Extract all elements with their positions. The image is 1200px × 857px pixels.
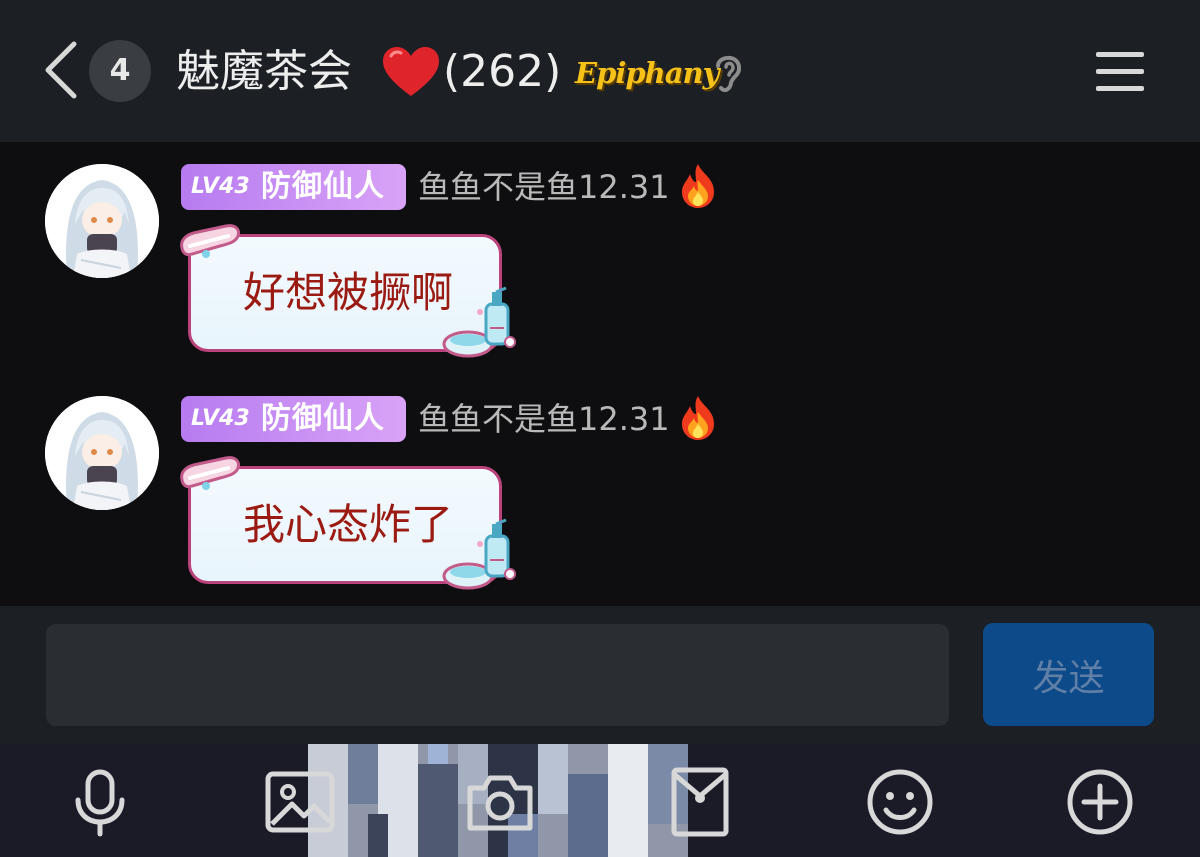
level-badge: LV43 防御仙人	[181, 164, 406, 210]
emoji-icon	[867, 769, 933, 835]
avatar[interactable]	[45, 396, 159, 510]
sender-name[interactable]: 鱼鱼不是鱼12.31	[418, 396, 670, 442]
avatar[interactable]	[45, 164, 159, 278]
brand-badge-label: Epiphany	[575, 56, 720, 90]
back-button[interactable]	[40, 40, 84, 100]
message-item: LV43 防御仙人 鱼鱼不是鱼12.31 我心态炸了	[0, 374, 1200, 606]
sender-name[interactable]: 鱼鱼不是鱼12.31	[418, 164, 670, 210]
camera-icon	[467, 775, 533, 831]
composer-bar: 发送	[0, 606, 1200, 744]
microphone-icon	[75, 769, 125, 837]
menu-icon	[1096, 52, 1144, 91]
chevron-left-icon	[45, 41, 77, 99]
fire-icon	[676, 162, 720, 210]
ear-icon[interactable]	[708, 50, 748, 96]
red-packet-button[interactable]	[664, 766, 736, 838]
message-list[interactable]: LV43 防御仙人 鱼鱼不是鱼12.31 好想被撅啊 LV43 防御仙人 鱼鱼不…	[0, 142, 1200, 606]
plus-icon	[1067, 769, 1133, 835]
level-badge: LV43 防御仙人	[181, 396, 406, 442]
chat-header: 4 魅魔茶会 (262) Epiphany	[0, 0, 1200, 142]
member-count: (262)	[443, 46, 562, 97]
image-icon	[265, 771, 335, 833]
chat-screen: 4 魅魔茶会 (262) Epiphany LV43 防御仙人 鱼鱼不是鱼12.…	[0, 0, 1200, 857]
unread-count-badge: 4	[89, 40, 151, 102]
level-label: LV43	[191, 174, 250, 199]
soap-bottle-decoration-icon	[440, 282, 520, 362]
menu-button[interactable]	[1094, 46, 1148, 96]
image-button[interactable]	[264, 766, 336, 838]
rank-title: 防御仙人	[261, 169, 385, 204]
goggles-decoration-icon	[176, 450, 242, 496]
brand-badge: Epiphany	[575, 50, 720, 96]
voice-button[interactable]	[64, 766, 136, 838]
fire-icon	[676, 394, 720, 442]
level-label: LV43	[191, 406, 250, 431]
chat-title: 魅魔茶会	[176, 46, 352, 97]
more-button[interactable]	[1064, 766, 1136, 838]
rank-title: 防御仙人	[261, 401, 385, 436]
message-input[interactable]	[46, 624, 949, 726]
emoji-button[interactable]	[864, 766, 936, 838]
soap-bottle-decoration-icon	[440, 514, 520, 594]
camera-button[interactable]	[464, 766, 536, 838]
message-item: LV43 防御仙人 鱼鱼不是鱼12.31 好想被撅啊	[0, 142, 1200, 374]
input-toolbar	[0, 744, 1200, 857]
goggles-decoration-icon	[176, 218, 242, 264]
red-packet-icon	[671, 767, 729, 837]
send-button[interactable]: 发送	[983, 623, 1154, 726]
heart-icon	[381, 46, 441, 98]
